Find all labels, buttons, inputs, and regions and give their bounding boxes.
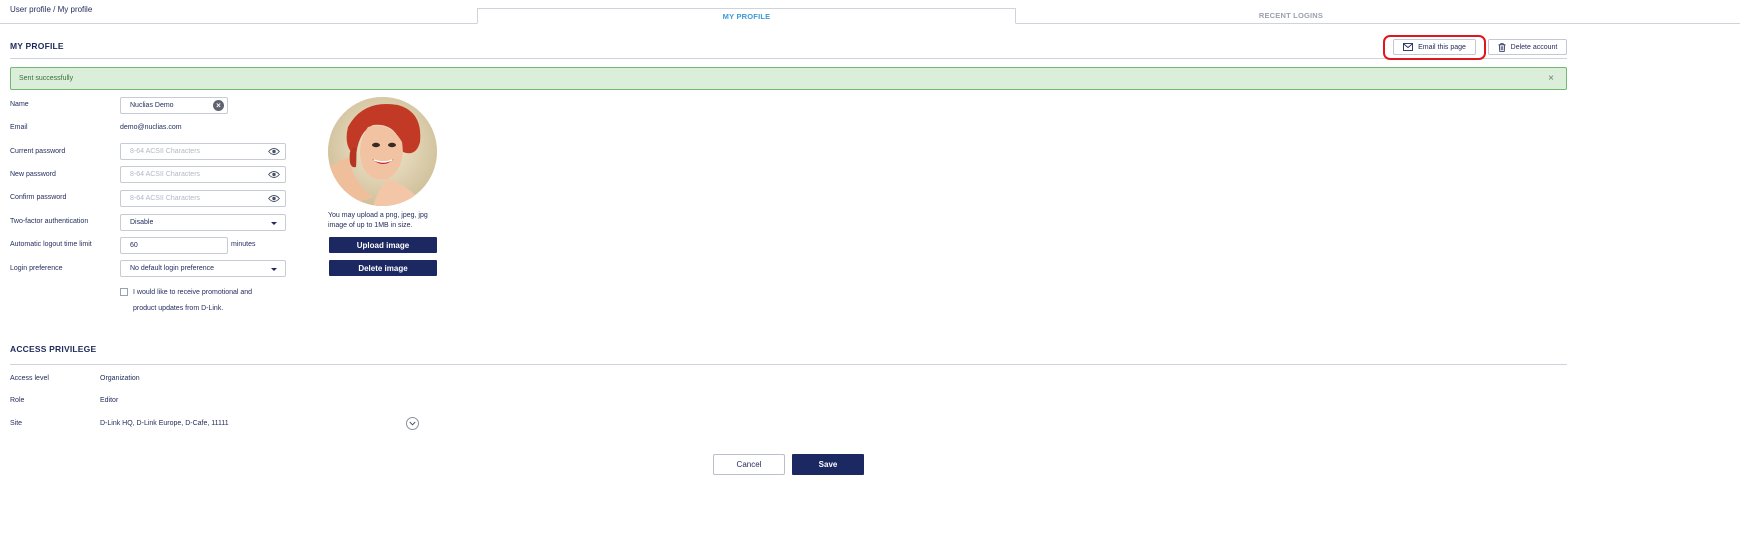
avatar: [328, 97, 437, 206]
eye-icon[interactable]: [268, 170, 280, 179]
new-password-placeholder: 8-64 ACSII Characters: [130, 171, 201, 178]
login-preference-select[interactable]: No default login preference: [120, 260, 286, 277]
role-label: Role: [10, 397, 25, 404]
access-privilege-title: ACCESS PRIVILEGE: [10, 344, 97, 354]
section-divider: [10, 364, 1567, 365]
chevron-down-icon: [409, 421, 416, 426]
logout-limit-unit: minutes: [231, 241, 256, 248]
login-preference-value: No default login preference: [130, 265, 215, 272]
breadcrumb: User profile / My profile: [10, 5, 92, 14]
save-button[interactable]: Save: [792, 454, 864, 475]
role-value: Editor: [100, 397, 119, 404]
upload-note: You may upload a png, jpeg, jpg image of…: [328, 212, 428, 229]
chevron-down-icon: [271, 268, 277, 271]
alert-message: Sent successfully: [19, 75, 74, 82]
email-value: demo@nuclias.com: [120, 124, 182, 131]
access-level-value: Organization: [100, 375, 140, 382]
current-password-label: Current password: [10, 148, 66, 155]
name-input[interactable]: Nuclias Demo ×: [120, 97, 228, 114]
upload-image-button[interactable]: Upload image: [329, 237, 437, 253]
two-factor-value: Disable: [130, 219, 154, 226]
new-password-label: New password: [10, 171, 56, 178]
new-password-input[interactable]: 8-64 ACSII Characters: [120, 166, 286, 183]
two-factor-select[interactable]: Disable: [120, 214, 286, 231]
delete-account-button[interactable]: Delete account: [1488, 39, 1567, 55]
delete-account-label: Delete account: [1510, 43, 1558, 51]
name-input-value: Nuclias Demo: [130, 102, 174, 109]
current-password-placeholder: 8-64 ACSII Characters: [130, 148, 201, 155]
email-page-label: Email this page: [1418, 43, 1466, 51]
cancel-label: Cancel: [736, 460, 762, 469]
current-password-input[interactable]: 8-64 ACSII Characters: [120, 143, 286, 160]
logout-limit-input[interactable]: 60: [120, 237, 228, 254]
delete-image-button[interactable]: Delete image: [329, 260, 437, 276]
access-level-label: Access level: [10, 375, 49, 382]
breadcrumb-parent[interactable]: User profile: [10, 5, 51, 14]
site-value: D-Link HQ, D-Link Europe, D-Cafe, 11111: [100, 420, 229, 427]
trash-icon: [1498, 42, 1506, 52]
clear-icon[interactable]: ×: [213, 100, 224, 111]
confirm-password-label: Confirm password: [10, 194, 67, 201]
email-page-button[interactable]: Email this page: [1393, 39, 1476, 55]
site-label: Site: [10, 420, 23, 427]
promo-checkbox-label-line1: I would like to receive promotional and: [133, 289, 253, 296]
breadcrumb-separator: /: [53, 5, 56, 14]
page-title: MY PROFILE: [10, 41, 64, 51]
email-label: Email: [10, 124, 28, 131]
promo-checkbox-label-line2: product updates from D-Link.: [133, 305, 224, 312]
confirm-password-input[interactable]: 8-64 ACSII Characters: [120, 190, 286, 207]
breadcrumb-current: My profile: [57, 5, 93, 14]
tab-my-profile[interactable]: MY PROFILE: [477, 8, 1016, 24]
chevron-down-icon: [271, 222, 277, 225]
success-alert: Sent successfully ×: [10, 67, 1567, 90]
logout-limit-value: 60: [130, 242, 138, 249]
cancel-button[interactable]: Cancel: [713, 454, 785, 475]
name-label: Name: [10, 101, 29, 108]
login-preference-label: Login preference: [10, 265, 63, 272]
two-factor-label: Two-factor authentication: [10, 218, 89, 225]
eye-icon[interactable]: [268, 147, 280, 156]
confirm-password-placeholder: 8-64 ACSII Characters: [130, 195, 201, 202]
section-divider: [10, 58, 1567, 59]
logout-limit-label: Automatic logout time limit: [10, 241, 92, 248]
mail-icon: [1403, 43, 1414, 51]
alert-close-icon[interactable]: ×: [1548, 73, 1554, 84]
tab-recent-logins[interactable]: RECENT LOGINS: [1016, 8, 1566, 24]
avatar-image: [328, 97, 437, 206]
expand-sites-button[interactable]: [406, 417, 419, 430]
eye-icon[interactable]: [268, 194, 280, 203]
promo-checkbox[interactable]: [120, 288, 128, 296]
